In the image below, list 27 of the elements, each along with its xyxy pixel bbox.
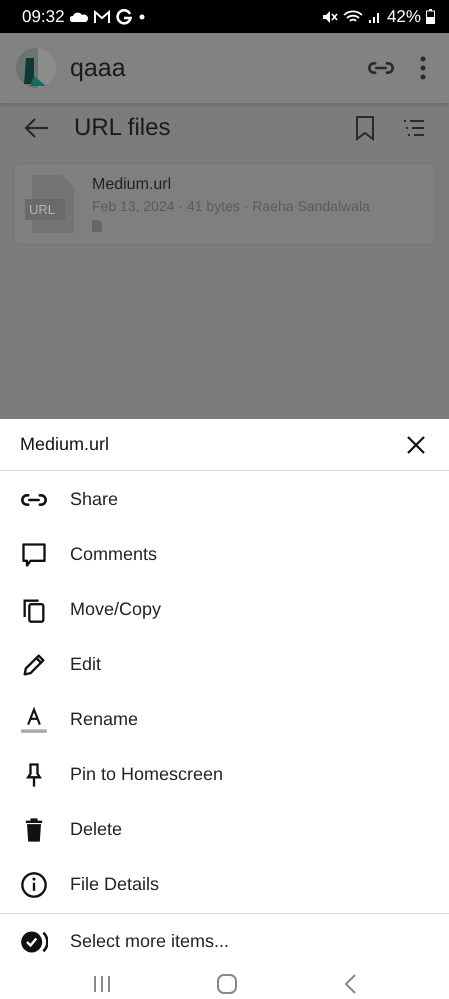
menu-item[interactable]: Move/Copy [0,582,449,637]
document-icon [92,220,102,232]
comment-icon [20,540,48,568]
cloud-icon [70,10,88,22]
file-name: Medium.url [92,176,172,194]
menu-item[interactable]: Edit [0,637,449,692]
mute-icon [322,10,338,24]
sheet-title: Medium.url [20,434,110,455]
app-title: qaaa [70,54,127,82]
menu-item[interactable]: Rename [0,692,449,747]
menu-item[interactable]: File Details [0,857,449,912]
text-format-icon [20,706,48,734]
battery-icon [426,9,435,24]
wifi-icon [342,8,363,24]
info-icon [20,870,48,898]
folder-title: URL files [74,114,172,142]
menu-item[interactable]: Pin to Homescreen [0,747,449,802]
battery-percent: 42% [386,6,421,26]
g-icon [116,8,132,24]
mail-icon [92,10,111,24]
menu-item[interactable]: Select more items... [0,914,449,969]
menu-item[interactable]: Delete [0,802,449,857]
file-type-label: URL [25,199,65,220]
dot-icon [136,12,147,22]
menu-item[interactable]: Comments [0,527,449,582]
status-time: 09:32 [22,6,65,26]
menu-item[interactable]: Share [0,472,449,527]
